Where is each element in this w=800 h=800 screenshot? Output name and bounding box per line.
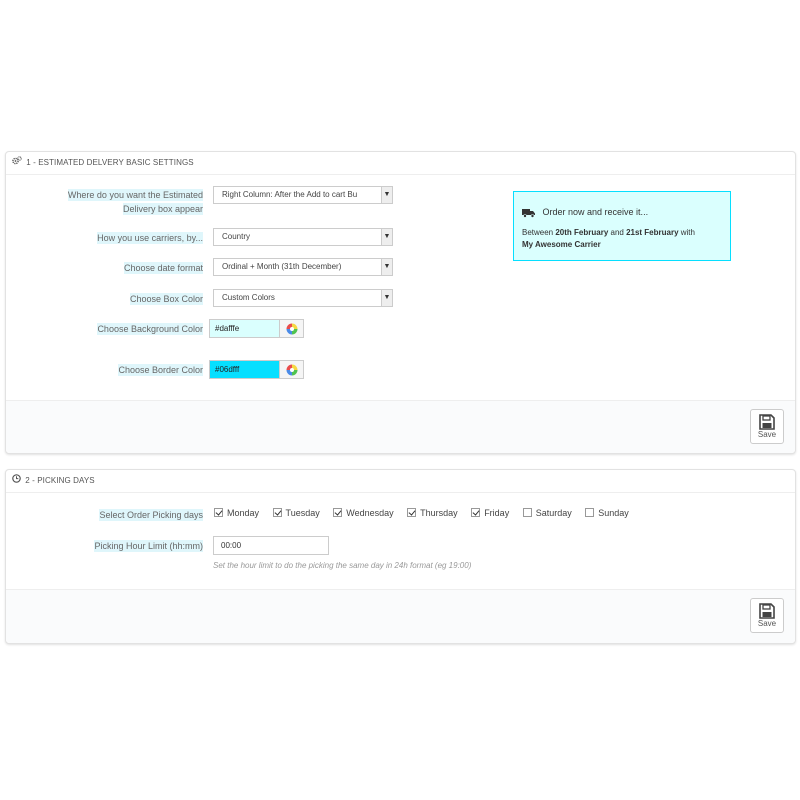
background-color-picker-button[interactable]: [280, 319, 304, 338]
checkbox[interactable]: [471, 508, 481, 518]
border-color-input[interactable]: #06dfff: [209, 360, 280, 379]
save-button[interactable]: Save: [750, 598, 784, 633]
hour-limit-help-text: Set the hour limit to do the picking the…: [213, 561, 472, 570]
chevron-down-icon: ▼: [381, 259, 392, 275]
save-button[interactable]: Save: [750, 409, 784, 444]
color-wheel-icon: [286, 323, 297, 335]
panel-title: 1 - ESTIMATED DELVERY BASIC SETTINGS: [26, 158, 194, 167]
box-color-label: Choose Box Color: [129, 293, 203, 305]
cogs-icon: [12, 152, 22, 174]
day-monday[interactable]: Monday: [214, 508, 259, 518]
location-label: Where do you want the Estimated Delivery…: [67, 189, 203, 215]
picking-days-panel: 2 - PICKING DAYS Select Order Picking da…: [5, 469, 796, 644]
hour-limit-input[interactable]: 00:00: [213, 536, 329, 555]
day-friday[interactable]: Friday: [471, 508, 509, 518]
carriers-select[interactable]: Country ▼: [213, 228, 393, 246]
panel-heading: 1 - ESTIMATED DELVERY BASIC SETTINGS: [6, 152, 795, 175]
picking-days-checkboxes: Monday Tuesday Wednesday Thursday Friday…: [214, 508, 640, 518]
checkbox[interactable]: [214, 508, 223, 518]
panel-footer: Save: [6, 589, 795, 643]
floppy-disk-icon: [759, 414, 775, 430]
date-format-label: Choose date format: [123, 262, 203, 274]
picking-days-label: Select Order Picking days: [99, 509, 203, 521]
location-select[interactable]: Right Column: After the Add to cart Bu ▼: [213, 186, 393, 204]
delivery-preview-box: Order now and receive it... Between 20th…: [513, 191, 731, 261]
panel-heading: 2 - PICKING DAYS: [6, 470, 795, 493]
border-color-label: Choose Border Color: [118, 364, 203, 376]
day-thursday[interactable]: Thursday: [407, 508, 458, 518]
hour-limit-label: Picking Hour Limit (hh:mm): [94, 540, 203, 552]
checkbox[interactable]: [407, 508, 417, 518]
checkbox[interactable]: [333, 508, 343, 518]
day-saturday[interactable]: Saturday: [522, 508, 572, 518]
checkbox[interactable]: [585, 508, 595, 518]
chevron-down-icon: ▼: [381, 187, 392, 203]
panel-title: 2 - PICKING DAYS: [25, 476, 95, 485]
day-tuesday[interactable]: Tuesday: [272, 508, 320, 518]
estimated-delivery-settings-panel: 1 - ESTIMATED DELVERY BASIC SETTINGS Whe…: [5, 151, 796, 454]
checkbox[interactable]: [522, 508, 532, 518]
color-wheel-icon: [286, 364, 297, 376]
clock-icon: [12, 470, 21, 492]
background-color-input[interactable]: #dafffe: [209, 319, 280, 338]
background-color-label: Choose Background Color: [97, 323, 203, 335]
border-color-picker-button[interactable]: [280, 360, 304, 379]
floppy-disk-icon: [759, 603, 775, 619]
box-color-select[interactable]: Custom Colors ▼: [213, 289, 393, 307]
carriers-label: How you use carriers, by...: [97, 232, 203, 244]
day-wednesday[interactable]: Wednesday: [333, 508, 394, 518]
chevron-down-icon: ▼: [381, 290, 392, 306]
preview-title: Order now and receive it...: [522, 207, 648, 218]
day-sunday[interactable]: Sunday: [585, 508, 629, 518]
truck-icon: [522, 208, 535, 218]
panel-footer: Save: [6, 400, 795, 453]
chevron-down-icon: ▼: [381, 229, 392, 245]
preview-text: Between 20th February and 21st February …: [522, 228, 695, 249]
checkbox[interactable]: [272, 508, 282, 518]
date-format-select[interactable]: Ordinal + Month (31th December) ▼: [213, 258, 393, 276]
